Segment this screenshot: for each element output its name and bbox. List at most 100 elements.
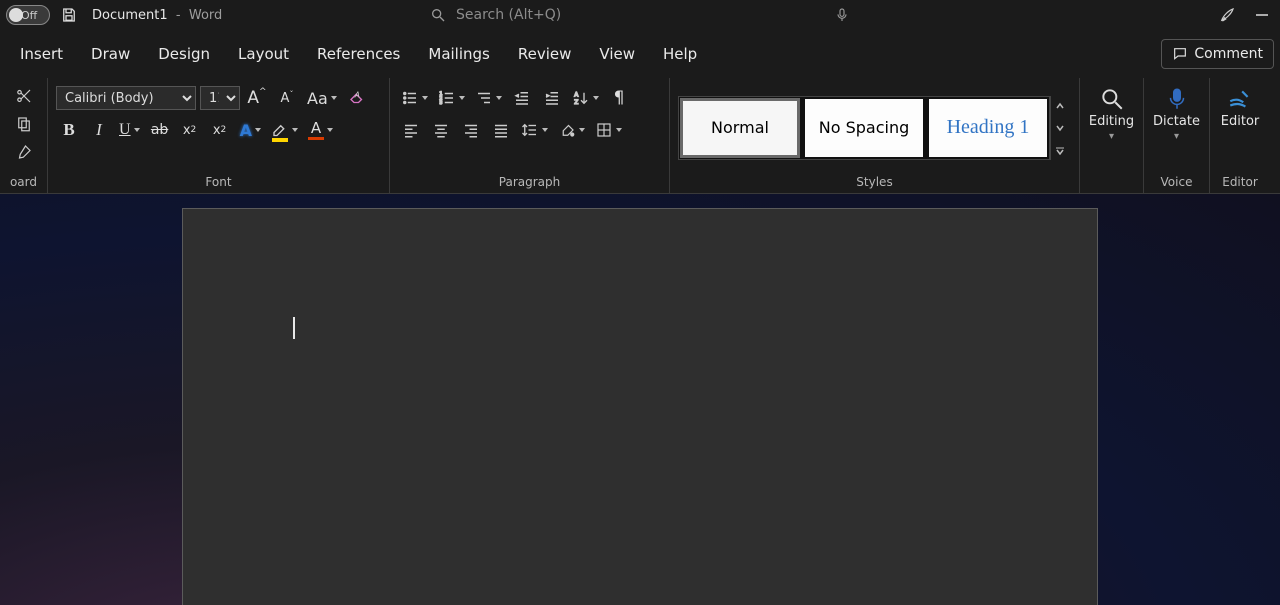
borders-button[interactable] xyxy=(592,116,625,144)
chevron-up-icon xyxy=(1055,101,1065,111)
mic-icon[interactable] xyxy=(834,7,850,23)
autosave-label: Off xyxy=(21,9,37,22)
strikethrough-button[interactable]: ab xyxy=(147,116,173,144)
chevron-down-icon xyxy=(1055,123,1065,133)
tab-mailings[interactable]: Mailings xyxy=(414,35,503,73)
clipboard-group: oard xyxy=(0,78,48,193)
editor-button[interactable]: Editor xyxy=(1215,84,1265,162)
styles-gallery: Normal No Spacing Heading 1 xyxy=(678,96,1050,160)
align-right-icon xyxy=(462,121,480,139)
multilevel-list-button[interactable] xyxy=(472,84,505,112)
editor-icon xyxy=(1227,86,1253,112)
style-card-no-spacing[interactable]: No Spacing xyxy=(805,99,923,157)
highlight-icon xyxy=(271,119,289,137)
scissors-icon xyxy=(15,87,33,105)
style-card-heading-1[interactable]: Heading 1 xyxy=(929,99,1047,157)
increase-indent-button[interactable] xyxy=(539,84,565,112)
grow-font-button[interactable]: A^ xyxy=(244,84,270,112)
save-button[interactable] xyxy=(60,6,78,24)
copy-icon xyxy=(15,115,33,133)
format-painter-button[interactable] xyxy=(8,140,39,164)
minimize-button[interactable] xyxy=(1250,3,1274,27)
svg-text:3: 3 xyxy=(440,100,443,106)
tab-insert[interactable]: Insert xyxy=(6,35,77,73)
styles-group-label: Styles xyxy=(678,171,1071,191)
svg-text:A: A xyxy=(354,90,360,99)
dictate-button[interactable]: Dictate ▾ xyxy=(1147,84,1206,162)
svg-text:Z: Z xyxy=(574,99,578,106)
find-icon xyxy=(1099,86,1125,112)
pilcrow-icon: ¶ xyxy=(614,88,625,108)
search-box[interactable]: Search (Alt+Q) xyxy=(430,7,850,23)
autosave-toggle[interactable]: Off xyxy=(6,5,50,25)
justify-icon xyxy=(492,121,510,139)
numbering-button[interactable]: 123 xyxy=(435,84,468,112)
highlight-button[interactable] xyxy=(268,116,301,144)
font-group: Calibri (Body) 11 A^ Aˇ Aa A B I U ab x2… xyxy=(48,78,390,193)
title-bar: Off Document1 - Word Search (Alt+Q) xyxy=(0,0,1280,30)
copy-button[interactable] xyxy=(8,112,39,136)
menu-bar: Insert Draw Design Layout References Mai… xyxy=(0,30,1280,78)
borders-icon xyxy=(595,121,613,139)
bold-button[interactable]: B xyxy=(56,116,82,144)
tab-references[interactable]: References xyxy=(303,35,414,73)
sort-button[interactable]: AZ xyxy=(569,84,602,112)
ribbon: oard Calibri (Body) 11 A^ Aˇ Aa A B I xyxy=(0,78,1280,194)
show-marks-button[interactable]: ¶ xyxy=(606,84,632,112)
tab-help[interactable]: Help xyxy=(649,35,711,73)
tab-draw[interactable]: Draw xyxy=(77,35,144,73)
shrink-font-button[interactable]: Aˇ xyxy=(274,84,300,112)
align-center-icon xyxy=(432,121,450,139)
shading-button[interactable] xyxy=(555,116,588,144)
change-case-button[interactable]: Aa xyxy=(304,84,340,112)
editor-group-label: Editor xyxy=(1218,171,1262,191)
font-name-select[interactable]: Calibri (Body) xyxy=(56,86,196,110)
underline-button[interactable]: U xyxy=(116,116,143,144)
mic-icon xyxy=(1164,86,1190,112)
editing-group: Editing ▾ xyxy=(1080,78,1144,193)
app-name: - Word xyxy=(168,8,223,23)
clear-formatting-button[interactable]: A xyxy=(344,84,370,112)
comment-label: Comment xyxy=(1194,46,1263,62)
align-left-icon xyxy=(402,121,420,139)
rocket-icon[interactable] xyxy=(1218,6,1236,24)
voice-group: Dictate ▾ Voice xyxy=(1144,78,1210,193)
tab-layout[interactable]: Layout xyxy=(224,35,303,73)
document-canvas[interactable] xyxy=(0,194,1280,605)
document-title: Document1 xyxy=(92,8,168,23)
styles-scroll-down[interactable] xyxy=(1051,120,1068,136)
chevron-down-icon: ▾ xyxy=(1174,131,1179,142)
document-page[interactable] xyxy=(182,208,1098,605)
align-right-button[interactable] xyxy=(458,116,484,144)
font-color-button[interactable]: A xyxy=(305,116,336,144)
tab-design[interactable]: Design xyxy=(144,35,224,73)
tab-review[interactable]: Review xyxy=(504,35,586,73)
italic-button[interactable]: I xyxy=(86,116,112,144)
font-group-label: Font xyxy=(56,171,381,191)
font-size-select[interactable]: 11 xyxy=(200,86,240,110)
tab-view[interactable]: View xyxy=(585,35,649,73)
comment-button[interactable]: Comment xyxy=(1161,39,1274,69)
styles-group: Normal No Spacing Heading 1 Styles xyxy=(670,78,1080,193)
outdent-icon xyxy=(513,89,531,107)
bullets-button[interactable] xyxy=(398,84,431,112)
subscript-button[interactable]: x2 xyxy=(177,116,203,144)
superscript-button[interactable]: x2 xyxy=(207,116,233,144)
text-effects-button[interactable]: A xyxy=(237,116,264,144)
style-card-normal[interactable]: Normal xyxy=(681,99,799,157)
cut-button[interactable] xyxy=(8,84,39,108)
align-left-button[interactable] xyxy=(398,116,424,144)
styles-expand[interactable] xyxy=(1051,142,1068,158)
paragraph-group: 123 AZ ¶ Paragraph xyxy=(390,78,670,193)
editing-button[interactable]: Editing ▾ xyxy=(1083,84,1140,162)
align-center-button[interactable] xyxy=(428,116,454,144)
styles-scroll-up[interactable] xyxy=(1051,98,1068,114)
styles-gallery-scroll xyxy=(1050,96,1068,160)
voice-group-label: Voice xyxy=(1152,171,1201,191)
line-spacing-button[interactable] xyxy=(518,116,551,144)
text-cursor xyxy=(293,317,295,339)
line-spacing-icon xyxy=(521,121,539,139)
decrease-indent-button[interactable] xyxy=(509,84,535,112)
chevron-down-icon: ▾ xyxy=(1109,131,1114,142)
justify-button[interactable] xyxy=(488,116,514,144)
